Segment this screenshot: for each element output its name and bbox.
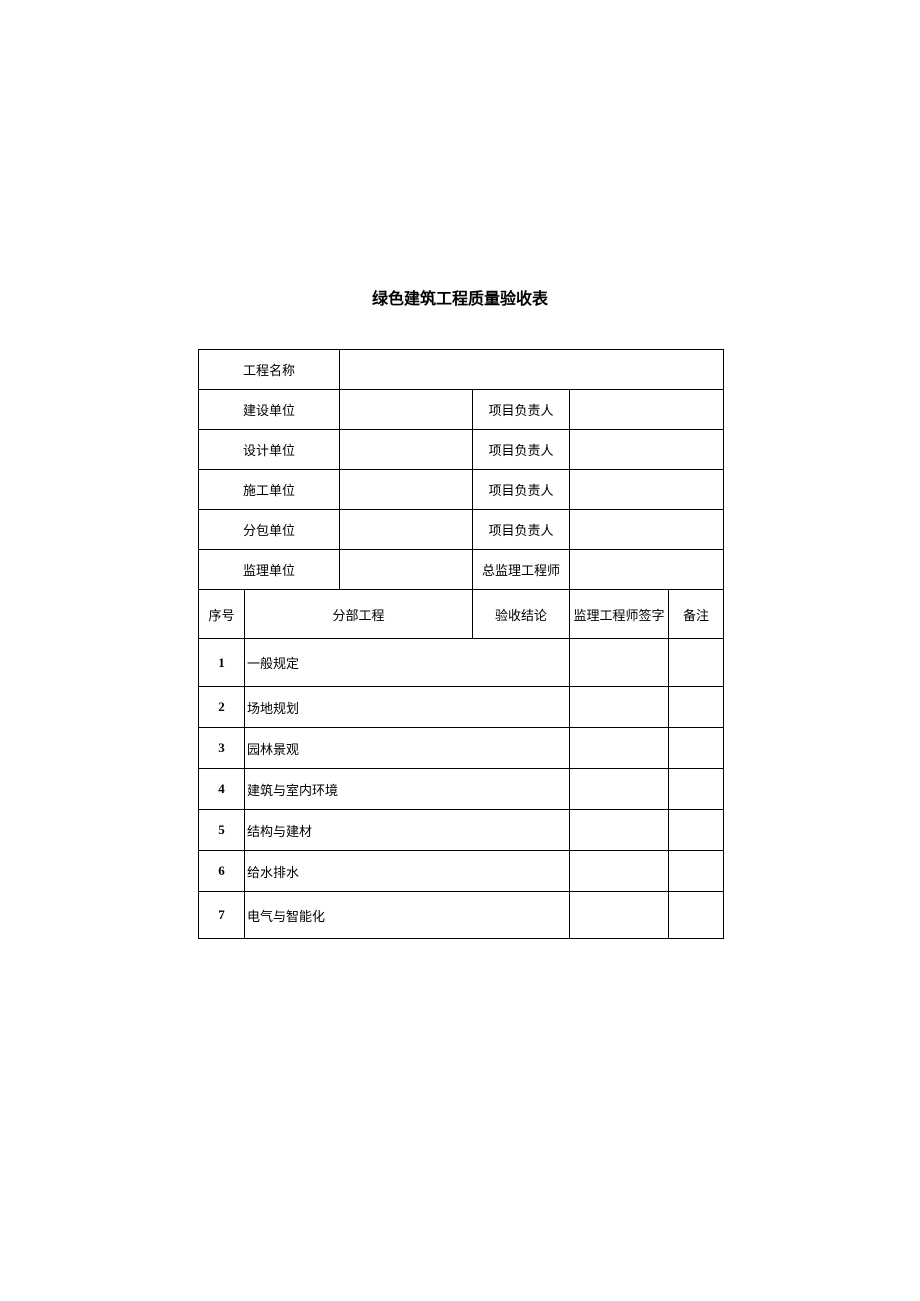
design-leader-value: [570, 430, 724, 470]
page-title: 绿色建筑工程质量验收表: [198, 285, 722, 309]
subcontract-leader-value: [570, 510, 724, 550]
construction-leader-label: 项目负责人: [473, 390, 570, 430]
col-notes: 备注: [669, 590, 724, 639]
row-sign: [570, 892, 669, 939]
row-notes: [669, 728, 724, 769]
supervision-unit-label: 监理单位: [199, 550, 340, 590]
subcontract-unit-value: [340, 510, 473, 550]
design-unit-value: [340, 430, 473, 470]
row-supervision-unit: 监理单位 总监理工程师: [199, 550, 724, 590]
row-notes: [669, 851, 724, 892]
design-leader-label: 项目负责人: [473, 430, 570, 470]
table-row: 1 一般规定: [199, 639, 724, 687]
row-seq: 3: [199, 728, 245, 769]
project-name-label: 工程名称: [199, 350, 340, 390]
page-container: 绿色建筑工程质量验收表 工程名称 建设单位 项目负责人 设计单位 项目负责人 施…: [0, 0, 920, 939]
row-sign: [570, 687, 669, 728]
row-notes: [669, 769, 724, 810]
subcontract-unit-label: 分包单位: [199, 510, 340, 550]
table-row: 6 给水排水: [199, 851, 724, 892]
builder-unit-value: [340, 470, 473, 510]
row-design-unit: 设计单位 项目负责人: [199, 430, 724, 470]
supervision-unit-value: [340, 550, 473, 590]
builder-leader-value: [570, 470, 724, 510]
row-seq: 5: [199, 810, 245, 851]
chief-engineer-value: [570, 550, 724, 590]
chief-engineer-label: 总监理工程师: [473, 550, 570, 590]
row-name: 结构与建材: [245, 810, 570, 851]
table-row: 4 建筑与室内环境: [199, 769, 724, 810]
row-name: 给水排水: [245, 851, 570, 892]
row-name: 建筑与室内环境: [245, 769, 570, 810]
row-notes: [669, 892, 724, 939]
builder-unit-label: 施工单位: [199, 470, 340, 510]
col-conclusion: 验收结论: [473, 590, 570, 639]
builder-leader-label: 项目负责人: [473, 470, 570, 510]
row-seq: 2: [199, 687, 245, 728]
row-name: 电气与智能化: [245, 892, 570, 939]
table-row: 5 结构与建材: [199, 810, 724, 851]
inspection-table: 工程名称 建设单位 项目负责人 设计单位 项目负责人 施工单位 项目负责人 分包…: [198, 349, 724, 939]
col-supervisor-sign: 监理工程师签字: [570, 590, 669, 639]
row-seq: 4: [199, 769, 245, 810]
row-construction-unit: 建设单位 项目负责人: [199, 390, 724, 430]
row-notes: [669, 639, 724, 687]
construction-leader-value: [570, 390, 724, 430]
row-sign: [570, 728, 669, 769]
row-builder-unit: 施工单位 项目负责人: [199, 470, 724, 510]
row-sign: [570, 769, 669, 810]
row-subcontract-unit: 分包单位 项目负责人: [199, 510, 724, 550]
construction-unit-label: 建设单位: [199, 390, 340, 430]
col-seq: 序号: [199, 590, 245, 639]
row-name: 园林景观: [245, 728, 570, 769]
row-sign: [570, 639, 669, 687]
row-project-name: 工程名称: [199, 350, 724, 390]
design-unit-label: 设计单位: [199, 430, 340, 470]
subcontract-leader-label: 项目负责人: [473, 510, 570, 550]
row-name: 场地规划: [245, 687, 570, 728]
row-notes: [669, 810, 724, 851]
table-row: 3 园林景观: [199, 728, 724, 769]
construction-unit-value: [340, 390, 473, 430]
row-seq: 1: [199, 639, 245, 687]
row-seq: 6: [199, 851, 245, 892]
row-sign: [570, 851, 669, 892]
row-sign: [570, 810, 669, 851]
table-row: 2 场地规划: [199, 687, 724, 728]
row-seq: 7: [199, 892, 245, 939]
row-notes: [669, 687, 724, 728]
row-name: 一般规定: [245, 639, 570, 687]
row-column-headers: 序号 分部工程 验收结论 监理工程师签字 备注: [199, 590, 724, 639]
project-name-value: [340, 350, 724, 390]
table-row: 7 电气与智能化: [199, 892, 724, 939]
col-division: 分部工程: [245, 590, 473, 639]
